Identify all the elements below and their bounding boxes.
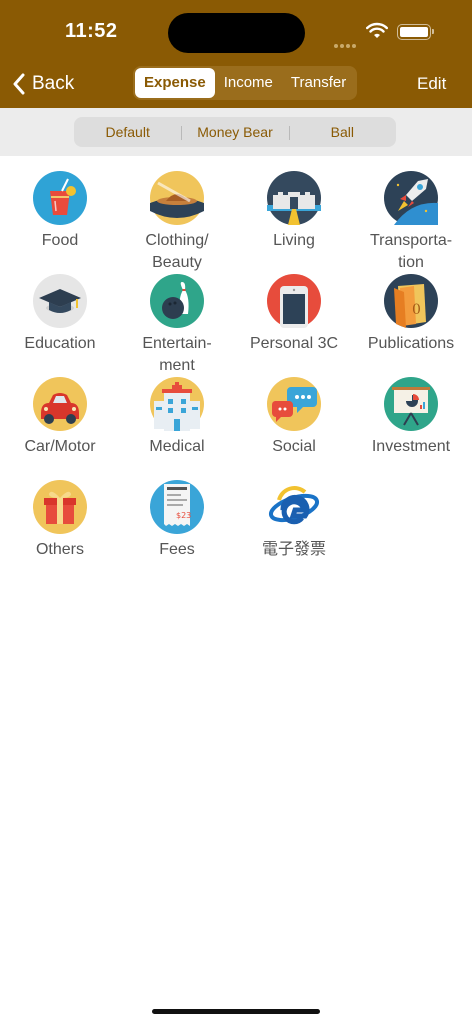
- type-segmented-control: Expense Income Transfer: [133, 66, 358, 100]
- category-car-motor[interactable]: Car/Motor: [5, 377, 115, 458]
- e-invoice-icon: [268, 486, 320, 525]
- theme-tab-ball[interactable]: Ball: [288, 124, 396, 140]
- category-entertainment[interactable]: Entertain-ment: [122, 274, 232, 377]
- category-social[interactable]: Social: [239, 377, 349, 458]
- category-label: Social: [272, 438, 316, 455]
- rocket-icon: [384, 171, 438, 225]
- category-label: Publications: [367, 335, 455, 352]
- category-medical[interactable]: Medical: [122, 377, 232, 458]
- category-publications[interactable]: 0 Publications: [356, 274, 466, 355]
- category-others[interactable]: Others: [5, 480, 115, 561]
- category-living[interactable]: Living: [239, 171, 349, 252]
- category-label: Personal 3C: [249, 335, 339, 352]
- bowling-icon: [150, 274, 204, 328]
- theme-segmented-control: Default Money Bear Ball: [74, 117, 396, 147]
- category-investment[interactable]: Investment: [356, 377, 466, 458]
- theme-tab-money-bear[interactable]: Money Bear: [181, 124, 288, 140]
- category-label: 電子發票: [261, 541, 326, 558]
- graduation-cap-icon: [33, 274, 87, 328]
- car-icon: [33, 377, 87, 431]
- signal-dots-icon: [334, 35, 360, 48]
- theme-tab-default[interactable]: Default: [74, 124, 181, 140]
- category-label: Entertain-ment: [142, 335, 212, 374]
- chevron-left-icon: [13, 73, 25, 95]
- receipt-icon: $23: [150, 480, 204, 534]
- nav-header: 11:52 Back Expense Income Transfer Edit: [0, 0, 472, 108]
- house-gate-icon: [267, 171, 321, 225]
- tab-transfer[interactable]: Transfer: [282, 68, 355, 98]
- chat-bubbles-icon: [267, 377, 321, 431]
- category-label: Fees: [159, 541, 195, 558]
- category-label: Others: [35, 541, 84, 558]
- drink-icon: [33, 171, 87, 225]
- category-label: Education: [24, 335, 96, 352]
- presentation-icon: [384, 377, 438, 431]
- book-icon: 0: [384, 274, 438, 328]
- category-education[interactable]: Education: [5, 274, 115, 355]
- status-time: 11:52: [65, 20, 118, 42]
- tab-expense[interactable]: Expense: [135, 68, 215, 98]
- wifi-icon: [366, 22, 388, 38]
- gift-icon: [33, 480, 87, 534]
- category-label: Car/Motor: [24, 438, 96, 455]
- hospital-icon: [150, 377, 204, 431]
- hat-icon: [150, 171, 204, 225]
- category-clothing-beauty[interactable]: Clothing/Beauty: [122, 171, 232, 274]
- category-label: Food: [41, 232, 79, 249]
- svg-text:0: 0: [412, 302, 421, 318]
- home-indicator: [152, 1009, 320, 1014]
- category-label: Investment: [371, 438, 451, 455]
- category-label: Medical: [149, 438, 205, 455]
- category-food[interactable]: Food: [5, 171, 115, 252]
- phone-icon: [267, 274, 321, 328]
- category-e-invoice[interactable]: 電子發票: [239, 480, 349, 561]
- category-personal-3c[interactable]: Personal 3C: [239, 274, 349, 355]
- back-button[interactable]: Back: [12, 70, 74, 98]
- edit-button[interactable]: Edit: [417, 74, 446, 94]
- category-label: Clothing/Beauty: [145, 232, 209, 271]
- svg-text:$23: $23: [176, 511, 191, 520]
- battery-icon: [397, 24, 434, 40]
- tab-income[interactable]: Income: [215, 68, 282, 98]
- dynamic-island: [168, 13, 305, 53]
- category-label: Transporta-tion: [369, 232, 453, 271]
- category-transportation[interactable]: Transporta-tion: [356, 171, 466, 274]
- back-label: Back: [32, 73, 75, 94]
- category-fees[interactable]: $23 Fees: [122, 480, 232, 561]
- category-label: Living: [273, 232, 315, 249]
